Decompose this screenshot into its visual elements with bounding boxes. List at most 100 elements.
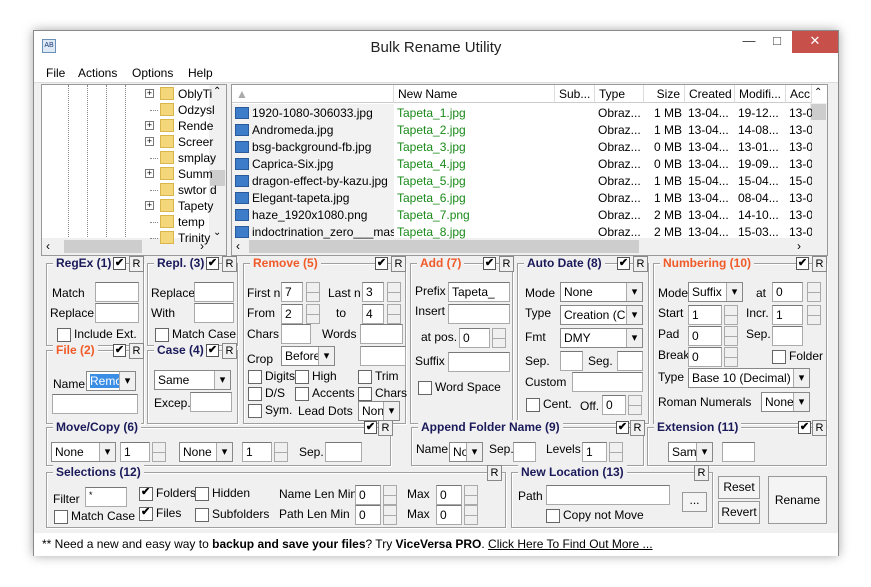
auto-date-enable-checkbox[interactable]: ✔ [617,257,630,270]
to-spinner[interactable] [387,304,401,324]
menu-help[interactable]: Help [188,66,213,80]
include-ext-checkbox[interactable]: Include Ext. [57,328,137,342]
move-copy-mode2-dropdown[interactable]: None [179,442,233,462]
accents-checkbox[interactable]: Accents [295,387,355,401]
add-enable-checkbox[interactable]: ✔ [483,257,496,270]
file-name-dropdown[interactable]: Remo [86,371,136,391]
move-copy-n1-spinner[interactable] [152,442,166,462]
extension-reset-button[interactable]: R [812,420,827,436]
lead-dots-dropdown[interactable]: Non [358,401,400,421]
filter-input[interactable]: * [85,487,127,507]
repl-match-case-checkbox[interactable]: Match Case [155,328,236,342]
move-copy-sep-input[interactable] [325,442,362,462]
append-name-dropdown[interactable]: None [449,442,483,462]
file-name-input[interactable] [52,394,138,414]
path-input[interactable] [546,485,670,505]
table-row[interactable]: 1920-1080-306033.jpg Tapeta_1.jpg Obraz...… [232,104,812,121]
suffix-input[interactable] [448,352,510,372]
table-row[interactable]: Caprica-Six.jpg Tapeta_4.jpg Obraz... 0 MB 1… [232,155,812,172]
append-sep-input[interactable] [513,442,536,462]
pad-input[interactable]: 0 [688,326,722,346]
reset-button[interactable]: Reset [718,476,760,499]
subfolders-checkbox[interactable]: Subfolders [195,508,269,522]
words-input[interactable] [360,324,403,344]
digits-checkbox[interactable]: Digits [248,370,295,384]
seg-input[interactable] [617,351,643,371]
start-spinner[interactable] [724,305,738,325]
case-reset-button[interactable]: R [222,343,237,359]
extension-dropdown[interactable]: Same [668,442,713,462]
menu-options[interactable]: Options [132,66,173,80]
num-sep-input[interactable] [772,326,803,346]
first-n-input[interactable]: 7 [281,282,303,302]
num-at-spinner[interactable] [807,282,821,302]
column-header[interactable]: Size [644,85,685,103]
trim-checkbox[interactable]: Trim [358,370,399,384]
table-row[interactable]: indoctrination_zero___mas... Tapeta_8.jpg… [232,223,812,240]
sym-checkbox[interactable]: Sym. [248,404,292,418]
numbering-enable-checkbox[interactable]: ✔ [796,257,809,270]
list-vertical-scrollbar[interactable]: ⌃⌄ [810,87,827,255]
crop-input[interactable] [360,346,406,366]
date-sep-input[interactable] [560,351,583,371]
case-enable-checkbox[interactable]: ✔ [206,344,219,357]
off-spinner[interactable] [628,395,642,415]
name-len-min-spinner[interactable] [383,485,397,505]
custom-input[interactable] [572,372,643,392]
append-folder-reset-button[interactable]: R [630,420,645,436]
table-row[interactable]: bsg-background-fb.jpg Tapeta_3.jpg Obraz..… [232,138,812,155]
incr-input[interactable]: 1 [772,305,803,325]
high-checkbox[interactable]: High [295,370,337,384]
insert-input[interactable] [448,304,510,324]
column-header[interactable]: ▲ [232,85,394,103]
path-max-spinner[interactable] [464,505,478,525]
crop-dropdown[interactable]: Before [281,346,335,366]
roman-numerals-dropdown[interactable]: None [761,392,810,412]
folders-checkbox[interactable]: Folders [139,486,196,501]
list-horizontal-scrollbar[interactable]: ‹ › [232,238,827,255]
ds-checkbox[interactable]: D/S [248,387,285,401]
levels-input[interactable]: 1 [582,442,607,462]
last-n-input[interactable]: 3 [362,282,384,302]
auto-date-reset-button[interactable]: R [633,256,648,272]
menu-actions[interactable]: Actions [78,66,117,80]
chars-checkbox[interactable]: Chars [358,387,407,401]
folder-tree[interactable]: ⌃ ⌄ ‹ › + OblyTi Odzysl + Rende + Screer smplay + S… [41,84,227,256]
extension-input[interactable] [722,442,755,462]
move-copy-enable-checkbox[interactable]: ✔ [364,421,377,434]
regex-enable-checkbox[interactable]: ✔ [113,257,126,270]
expand-icon[interactable]: + [145,169,154,178]
numbering-reset-button[interactable]: R [812,256,827,272]
word-space-checkbox[interactable]: Word Space [418,381,501,395]
path-len-min-spinner[interactable] [383,505,397,525]
excep-input[interactable] [190,392,232,412]
column-header[interactable]: Type [595,85,644,103]
hidden-checkbox[interactable]: Hidden [195,487,250,501]
revert-button[interactable]: Revert [718,501,760,524]
to-input[interactable]: 4 [362,304,384,324]
cent-checkbox[interactable]: Cent. [526,398,572,412]
remove-enable-checkbox[interactable]: ✔ [375,257,388,270]
break-spinner[interactable] [724,347,738,367]
column-header[interactable]: Created [685,85,735,103]
table-row[interactable]: Andromeda.jpg Tapeta_2.jpg Obraz... 1 MB 13-… [232,121,812,138]
extension-enable-checkbox[interactable]: ✔ [798,421,811,434]
chars-input[interactable] [281,324,311,344]
table-row[interactable]: haze_1920x1080.png Tapeta_7.png Obraz... 2 … [232,206,812,223]
promo-link[interactable]: Click Here To Find Out More ... [488,537,653,551]
move-copy-n2-input[interactable]: 1 [242,442,272,462]
maximize-button[interactable]: □ [762,31,792,53]
menu-file[interactable]: File [46,66,65,80]
levels-spinner[interactable] [609,442,623,462]
path-max-input[interactable]: 0 [436,505,462,525]
name-len-min-input[interactable]: 0 [355,485,381,505]
repl-replace-input[interactable] [194,282,234,302]
fmt-dropdown[interactable]: DMY [560,328,643,348]
remove-reset-button[interactable]: R [391,256,406,272]
expand-icon[interactable]: + [145,89,154,98]
file-enable-checkbox[interactable]: ✔ [113,344,126,357]
match-input[interactable] [95,282,139,302]
new-location-reset-button[interactable]: R [694,465,709,481]
repl-enable-checkbox[interactable]: ✔ [206,257,219,270]
break-input[interactable]: 0 [688,347,722,367]
